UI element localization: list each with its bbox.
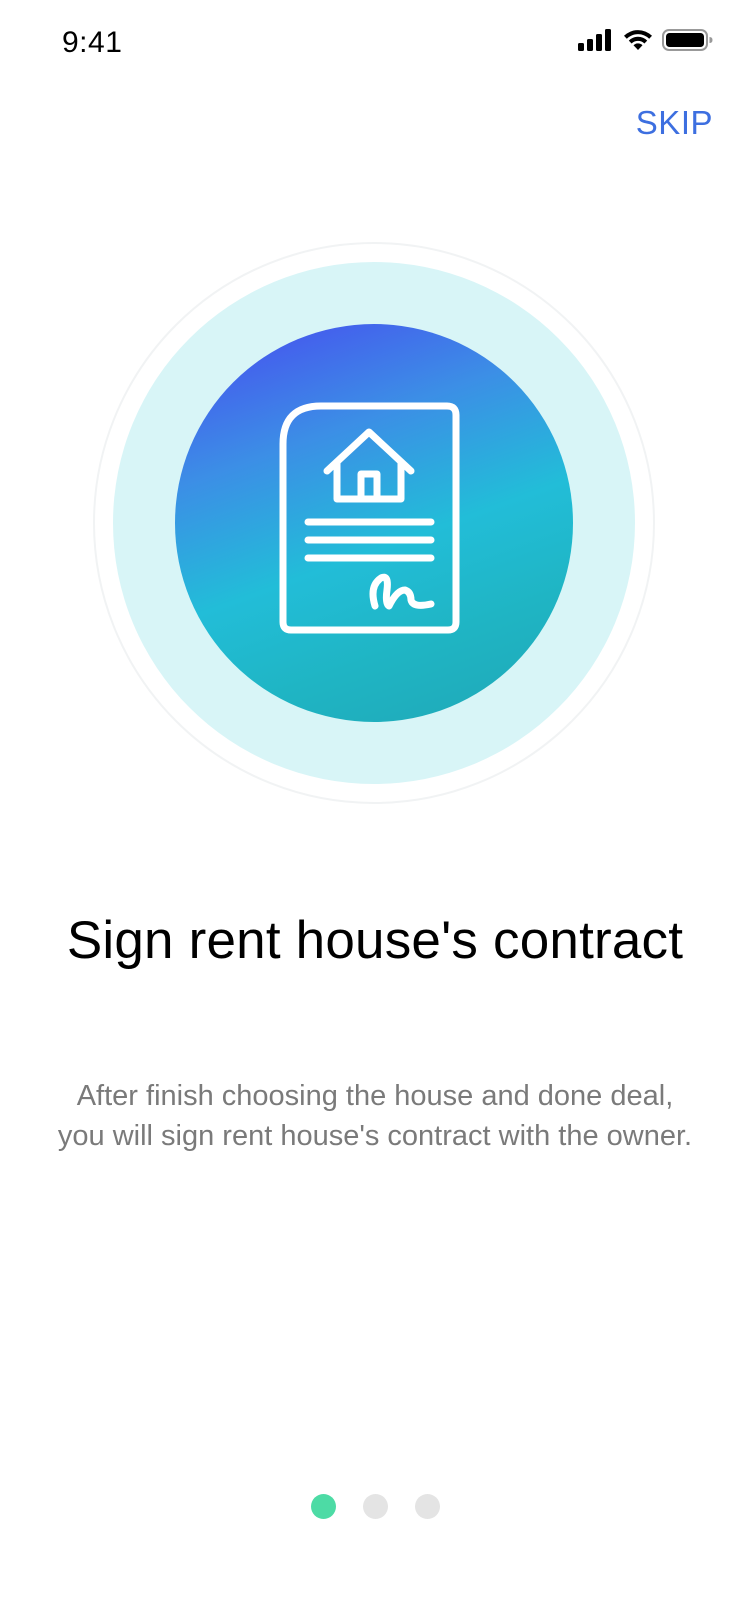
hero-illustration: [93, 242, 655, 804]
pagination-dot-1[interactable]: [310, 1494, 336, 1519]
hero-circle: [175, 324, 573, 722]
status-time: 9:41: [62, 26, 123, 59]
wifi-icon: [624, 30, 652, 50]
pagination-dot-2[interactable]: [362, 1494, 388, 1519]
status-icons: [578, 28, 714, 52]
page-title: Sign rent house's contract: [66, 911, 684, 970]
status-bar: 9:41: [0, 0, 750, 88]
page-description: After finish choosing the house and done…: [57, 1080, 693, 1152]
house-contract-icon: [279, 402, 460, 634]
skip-button[interactable]: SKIP: [636, 104, 713, 142]
cellular-signal-icon: [578, 29, 611, 51]
pagination-dot-3[interactable]: [414, 1494, 440, 1519]
pagination-dots: [0, 1494, 750, 1519]
battery-icon: [662, 29, 713, 51]
